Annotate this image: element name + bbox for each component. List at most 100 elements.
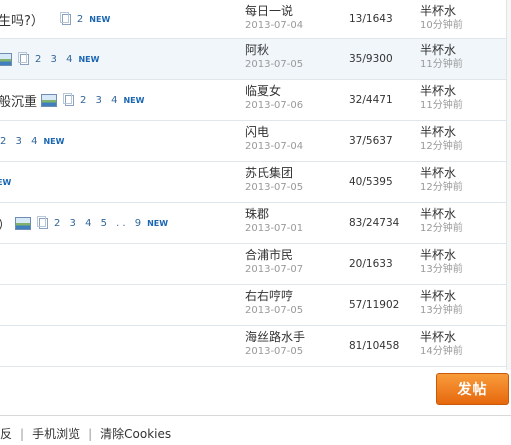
post-date: 2013-07-05 [245,346,304,357]
post-date: 2013-07-05 [245,59,304,70]
new-badge: NEW [147,218,169,228]
last-poster[interactable]: 半杯水 [420,165,463,181]
last-post-time[interactable]: 12分钟前 [420,222,463,236]
footer-separator: | [88,427,93,441]
author-name[interactable]: 闪电 [245,124,303,140]
last-poster[interactable]: 半杯水 [420,83,463,99]
author-cell: 阿秋 2013-07-05 [245,42,303,72]
last-poster[interactable]: 半杯水 [420,206,463,222]
last-poster[interactable]: 半杯水 [420,329,463,345]
last-post-cell: 半杯水 12分钟前 [420,124,463,154]
page-links[interactable]: 2 3 4 [0,136,40,147]
last-poster[interactable]: 半杯水 [420,42,463,58]
new-badge: NEW [89,14,111,24]
page-links[interactable]: 2 3 4 5 .. 9 [54,218,144,229]
thread-title-link[interactable]: 生吗?） [0,10,44,29]
author-name[interactable]: 右右哼哼 [245,288,303,304]
reply-view-count: 37/5637 [349,135,393,147]
footer-link-partial[interactable]: 反 [0,427,12,441]
reply-view-count: 13/1643 [349,13,393,25]
author-name[interactable]: 珠郡 [245,206,303,222]
author-name[interactable]: 海丝路水手 [245,329,305,345]
author-cell: 右右哼哼 2013-07-05 [245,288,303,318]
post-date: 2013-07-04 [245,20,304,31]
post-date: 2013-07-04 [245,141,304,152]
reply-view-count: 35/9300 [349,53,393,65]
thread-title-link[interactable]: 般沉重 [0,91,37,110]
author-cell: 闪电 2013-07-04 [245,124,303,154]
page-links[interactable]: 2 [77,14,86,25]
author-name[interactable]: 苏氏集团 [245,165,303,181]
author-name[interactable]: 阿秋 [245,42,303,58]
author-cell: 临夏女 2013-07-06 [245,83,303,113]
reply-view-count: 40/5395 [349,176,393,188]
author-name[interactable]: 每日一说 [245,3,303,19]
image-attachment-icon [41,93,58,107]
reply-view-count: 83/24734 [349,217,400,229]
new-post-button[interactable]: 发帖 [436,373,509,405]
last-poster[interactable]: 半杯水 [420,247,463,263]
last-poster[interactable]: 半杯水 [420,124,463,140]
thread-title-cell: ） 2 3 4 5 .. 9 NEW [0,203,168,243]
thread-title-cell: EW [0,162,11,202]
last-post-time[interactable]: 13分钟前 [420,304,463,318]
post-date: 2013-07-07 [245,264,304,275]
author-cell: 合浦市民 2013-07-07 [245,247,303,277]
table-row: EW 苏氏集团 2013-07-05 40/5395 半杯水 12分钟前 [0,162,511,203]
thread-title-cell: 2 3 4 NEW [0,121,64,161]
thread-title-cell: 生吗?） 2 NEW [0,0,110,38]
author-cell: 苏氏集团 2013-07-05 [245,165,303,195]
footer-links: 反 | 手机浏览 | 清除Cookies [0,425,171,442]
footer-separator: | [20,427,25,441]
mobile-view-link[interactable]: 手机浏览 [32,427,80,441]
new-badge: NEW [123,95,145,105]
last-post-cell: 半杯水 14分钟前 [420,329,463,359]
thread-title-link[interactable]: ） [0,214,11,233]
last-post-time[interactable]: 13分钟前 [420,263,463,277]
new-badge: EW [0,177,12,187]
image-attachment-icon [0,52,12,66]
post-date: 2013-07-05 [245,305,304,316]
last-post-time[interactable]: 11分钟前 [420,58,463,72]
reply-view-count: 57/11902 [349,299,400,311]
author-name[interactable]: 合浦市民 [245,247,303,263]
author-name[interactable]: 临夏女 [245,83,303,99]
multipage-icon [37,215,49,229]
post-date: 2013-07-01 [245,223,304,234]
table-row: 般沉重 2 3 4 NEW 临夏女 2013-07-06 32/4471 半杯水… [0,80,511,121]
reply-view-count: 32/4471 [349,94,393,106]
last-post-cell: 半杯水 11分钟前 [420,83,463,113]
post-date: 2013-07-05 [245,182,304,193]
thread-list: 生吗?） 2 NEW 每日一说 2013-07-04 13/1643 半杯水 1… [0,0,511,367]
last-post-cell: 半杯水 12分钟前 [420,165,463,195]
last-post-cell: 半杯水 13分钟前 [420,247,463,277]
table-row: 右右哼哼 2013-07-05 57/11902 半杯水 13分钟前 [0,285,511,326]
scrollbar[interactable] [506,0,511,370]
multipage-icon [18,51,29,65]
last-post-time[interactable]: 11分钟前 [420,99,463,113]
page-links[interactable]: 2 3 4 [80,95,120,106]
last-post-time[interactable]: 12分钟前 [420,140,463,154]
multipage-icon [59,11,71,25]
multipage-icon [63,92,75,106]
thread-title-cell: 般沉重 2 3 4 NEW [0,80,144,120]
table-row: ） 2 3 4 5 .. 9 NEW 珠郡 2013-07-01 83/2473… [0,203,511,244]
last-poster[interactable]: 半杯水 [420,3,463,19]
last-poster[interactable]: 半杯水 [420,288,463,304]
last-post-time[interactable]: 14分钟前 [420,345,463,359]
page-links[interactable]: 2 3 4 [35,54,75,65]
table-row: 生吗?） 2 NEW 每日一说 2013-07-04 13/1643 半杯水 1… [0,0,511,39]
table-row: 2 3 4 NEW 阿秋 2013-07-05 35/9300 半杯水 11分钟… [0,39,511,80]
footer-partial-content [210,438,511,445]
clear-cookies-link[interactable]: 清除Cookies [100,427,171,441]
footer-divider [0,415,511,416]
last-post-time[interactable]: 12分钟前 [420,181,463,195]
reply-view-count: 81/10458 [349,340,400,352]
last-post-time[interactable]: 10分钟前 [420,19,463,33]
reply-view-count: 20/1633 [349,258,393,270]
last-post-cell: 半杯水 10分钟前 [420,3,463,33]
author-cell: 每日一说 2013-07-04 [245,3,303,33]
author-cell: 海丝路水手 2013-07-05 [245,329,305,359]
thread-title-cell: 2 3 4 NEW [0,39,99,79]
table-row: 2 3 4 NEW 闪电 2013-07-04 37/5637 半杯水 12分钟… [0,121,511,162]
